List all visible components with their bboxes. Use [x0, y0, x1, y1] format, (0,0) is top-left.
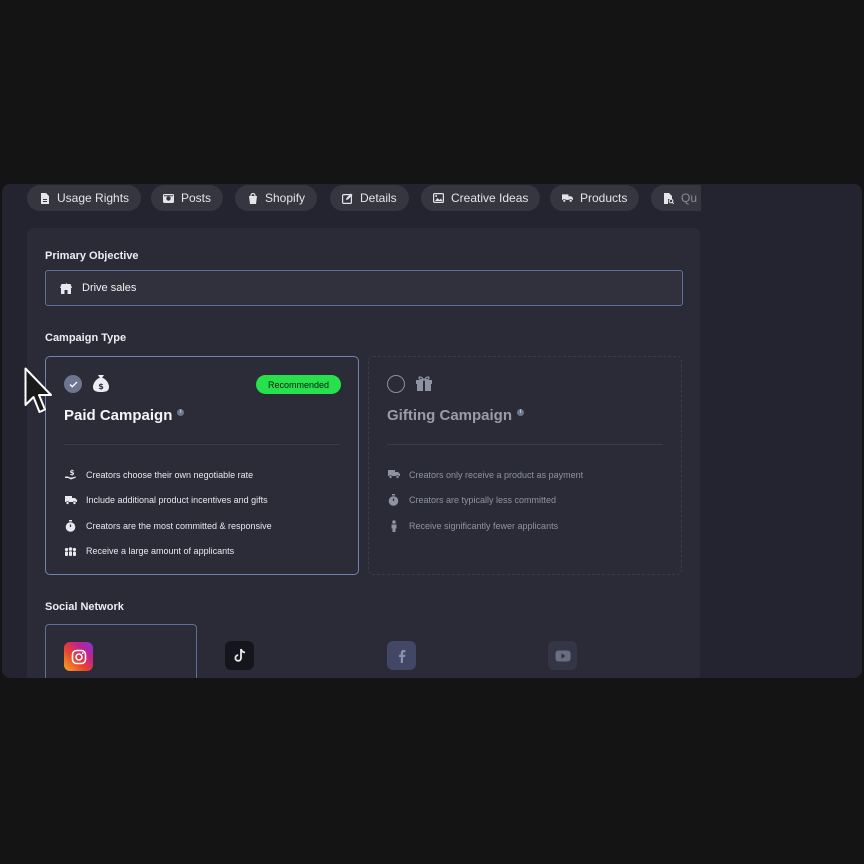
primary-objective-select[interactable]: Drive sales: [45, 270, 683, 306]
tab-usage-rights[interactable]: Usage Rights: [27, 185, 142, 211]
social-option-instagram[interactable]: [45, 624, 197, 678]
truck-icon: [562, 193, 573, 204]
recommended-badge: Recommended: [255, 375, 341, 394]
card-divider: [64, 444, 340, 445]
primary-objective-value: Drive sales: [82, 282, 137, 294]
stopwatch-icon: [387, 494, 400, 507]
tab-posts[interactable]: Posts: [151, 185, 224, 211]
stopwatch-icon: [64, 519, 77, 532]
tab-label: Shopify: [265, 191, 306, 205]
social-network-label: Social Network: [45, 601, 124, 613]
gifting-campaign-title: Gifting Campaign i: [387, 407, 524, 424]
gifting-campaign-card[interactable]: Gifting Campaign i Creators only receive…: [368, 356, 682, 575]
shopping-bag-icon: [247, 192, 258, 204]
feature-item: Creators are typically less committed: [387, 488, 583, 514]
svg-text:$: $: [98, 382, 104, 391]
feature-text: Receive significantly fewer applicants: [409, 520, 559, 531]
check-icon: [69, 381, 77, 388]
people-icon: [64, 545, 77, 558]
hand-dollar-icon: $: [64, 468, 77, 481]
campaign-type-label: Campaign Type: [45, 332, 127, 344]
feature-text: Creators only receive a product as payme…: [409, 469, 584, 480]
file-search-icon: [663, 192, 674, 204]
feature-text: Creators are typically less committed: [409, 495, 557, 506]
paid-campaign-title-text: Paid Campaign: [64, 407, 173, 424]
file-icon: [39, 192, 50, 204]
app-window: Usage Rights Posts Shopify Details Creat…: [2, 184, 862, 678]
facebook-icon[interactable]: [387, 641, 416, 670]
gifting-campaign-title-text: Gifting Campaign: [387, 407, 512, 424]
instagram-icon: [64, 642, 93, 671]
tab-label: Details: [360, 191, 397, 205]
money-bag-icon: $: [92, 374, 112, 394]
person-icon: [387, 519, 400, 532]
tab-products[interactable]: Products: [550, 185, 640, 211]
feature-text: Creators are the most committed & respon…: [86, 520, 272, 531]
tab-label: Qu: [681, 191, 698, 205]
image-icon: [433, 193, 444, 204]
feature-item: Creators are the most committed & respon…: [64, 513, 272, 539]
feature-text: Receive a large amount of applicants: [86, 546, 235, 557]
info-icon[interactable]: i: [517, 409, 524, 416]
tab-creative-ideas[interactable]: Creative Ideas: [421, 185, 541, 211]
edit-icon: [342, 193, 353, 204]
paid-features-list: $ Creators choose their own negotiable r…: [64, 462, 272, 564]
truck-icon: [64, 494, 77, 507]
feature-item: Include additional product incentives an…: [64, 488, 272, 514]
tab-label: Products: [580, 191, 628, 205]
tab-label: Usage Rights: [57, 191, 130, 205]
feature-text: Creators choose their own negotiable rat…: [86, 469, 254, 480]
feature-item: $ Creators choose their own negotiable r…: [64, 462, 272, 488]
gifting-features-list: Creators only receive a product as payme…: [387, 462, 583, 539]
card-divider: [387, 444, 663, 445]
mouse-cursor-icon: [24, 367, 52, 413]
gift-icon: [415, 374, 435, 394]
paid-campaign-card[interactable]: $ Recommended Paid Campaign i $ Creators…: [45, 356, 359, 575]
svg-text:$: $: [69, 469, 74, 477]
tab-label: Creative Ideas: [451, 191, 529, 205]
youtube-icon[interactable]: [548, 641, 577, 670]
section-tabs: Usage Rights Posts Shopify Details Creat…: [27, 184, 701, 212]
primary-objective-label: Primary Objective: [45, 250, 139, 262]
feature-text: Include additional product incentives an…: [86, 495, 268, 506]
tab-details[interactable]: Details: [330, 185, 409, 211]
tab-shopify[interactable]: Shopify: [235, 185, 318, 211]
feature-item: Receive a large amount of applicants: [64, 539, 272, 565]
info-icon[interactable]: i: [177, 409, 185, 416]
tab-questions[interactable]: Qu: [651, 185, 701, 211]
tiktok-icon[interactable]: [225, 641, 254, 670]
paid-campaign-title: Paid Campaign i: [64, 407, 185, 424]
camera-icon: [163, 193, 174, 204]
campaign-settings-panel: Primary Objective Drive sales Campaign T…: [27, 228, 700, 678]
tab-label: Posts: [181, 191, 212, 205]
truck-icon: [387, 468, 400, 481]
feature-item: Receive significantly fewer applicants: [387, 513, 583, 539]
paid-campaign-radio[interactable]: [64, 375, 82, 393]
store-icon: [60, 282, 72, 294]
feature-item: Creators only receive a product as payme…: [387, 462, 583, 488]
gifting-campaign-radio[interactable]: [387, 375, 405, 393]
